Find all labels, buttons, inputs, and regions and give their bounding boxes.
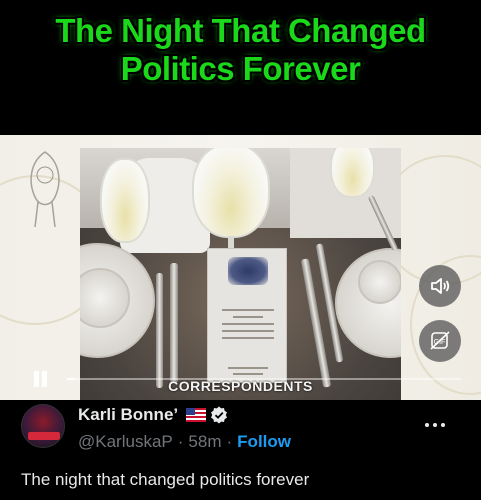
avatar[interactable] bbox=[21, 404, 65, 448]
more-button[interactable] bbox=[425, 420, 445, 430]
white-house-seal-icon bbox=[228, 257, 268, 285]
video-controls bbox=[0, 363, 481, 393]
separator-dot-2: · bbox=[226, 432, 233, 451]
pause-icon bbox=[34, 371, 39, 387]
progress-fill bbox=[67, 378, 75, 380]
video-frame: CORRESPONDENTS bbox=[0, 135, 481, 400]
event-crest-image bbox=[30, 151, 60, 228]
avatar-label-strip bbox=[28, 432, 60, 440]
pause-icon-bar bbox=[42, 371, 47, 387]
handle-row: @KarluskaP · 58m · Follow bbox=[78, 432, 291, 452]
gif-icon: GIF bbox=[430, 331, 450, 350]
volume-button[interactable] bbox=[419, 265, 461, 307]
author-name: Karli Bonne’ bbox=[78, 405, 179, 424]
author-name-row[interactable]: Karli Bonne’ bbox=[78, 405, 228, 425]
more-icon-dot bbox=[433, 423, 437, 427]
pause-button[interactable] bbox=[33, 371, 49, 387]
video-title-overlay: The Night That Changed Politics Forever bbox=[0, 0, 481, 135]
post-text: The night that changed politics forever bbox=[21, 470, 310, 489]
post-time[interactable]: 58m bbox=[188, 432, 221, 452]
post-header: Karli Bonne’ @KarluskaP · 58m · Follow T… bbox=[0, 400, 481, 500]
video-player[interactable]: The Night That Changed Politics Forever bbox=[0, 0, 481, 400]
us-flag-icon bbox=[186, 408, 207, 422]
more-icon bbox=[425, 423, 429, 427]
follow-button[interactable]: Follow bbox=[237, 432, 291, 452]
author-handle[interactable]: @KarluskaP bbox=[78, 432, 173, 452]
gif-button[interactable]: GIF bbox=[419, 320, 461, 362]
more-icon-dot bbox=[441, 423, 445, 427]
verified-icon bbox=[211, 406, 228, 424]
progress-bar[interactable] bbox=[67, 378, 461, 380]
video-title-line-1: The Night That Changed bbox=[55, 12, 426, 49]
video-title-line-2: Politics Forever bbox=[120, 50, 361, 87]
separator-dot: · bbox=[177, 432, 184, 451]
volume-icon bbox=[431, 278, 450, 294]
